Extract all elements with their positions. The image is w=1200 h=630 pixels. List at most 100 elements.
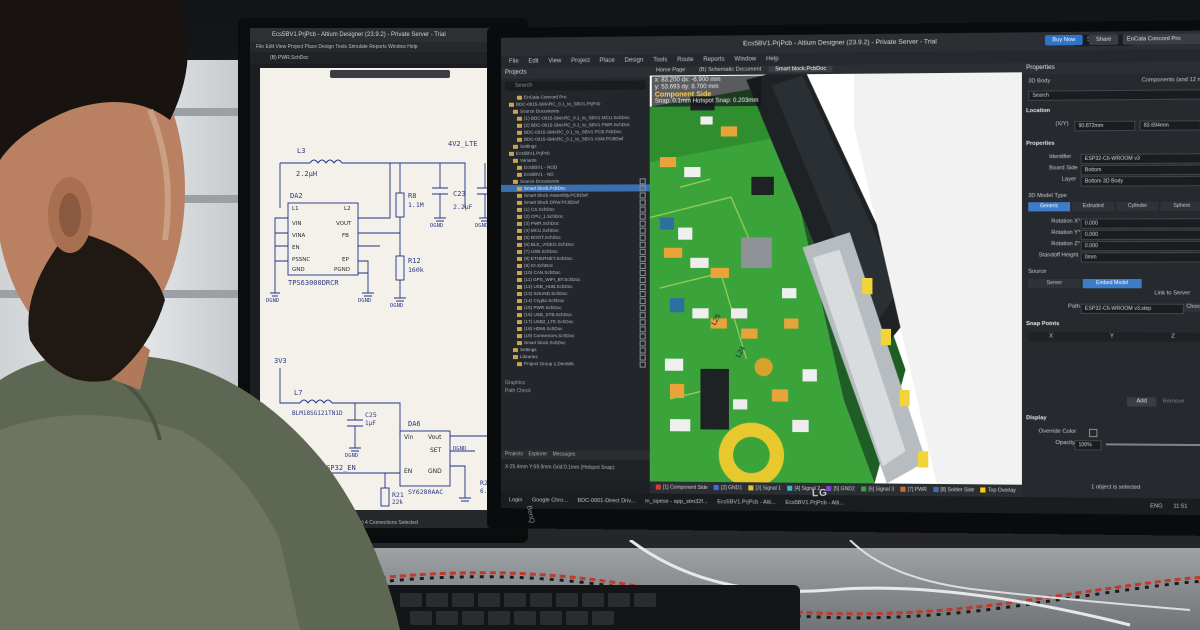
layer-tab[interactable]: [5] GND2 (826, 486, 855, 492)
label-r8-value: 1.1M (408, 202, 424, 209)
tab-projects[interactable]: Projects (505, 451, 523, 457)
project-tree-label: (2) CPU_1.SchDoc (524, 214, 563, 219)
layer-tab[interactable]: Top Overlay (981, 487, 1016, 493)
y-field[interactable]: 83.694mm (1140, 120, 1200, 131)
rotation-x-field[interactable]: 0.000 (1081, 218, 1200, 229)
projects-panel-header: Projects (501, 67, 650, 79)
menu-tools[interactable]: Tools (653, 57, 667, 63)
document-icon (517, 236, 522, 240)
document-icon (517, 334, 522, 338)
standoff-field[interactable]: 0mm (1081, 252, 1200, 262)
account-menu[interactable]: EnCata Concord Pro (1123, 34, 1200, 45)
project-tree-label: (16) USB_STB.SchDoc (524, 312, 572, 317)
tab-extruded[interactable]: Extruded (1072, 202, 1114, 211)
remove-snap-point-button[interactable]: Remove (1163, 397, 1185, 406)
document-status-checkbox[interactable] (640, 362, 646, 368)
board-side-select[interactable]: Bottom (1081, 165, 1200, 176)
opacity-field[interactable]: 100% (1074, 440, 1101, 450)
layer-select[interactable]: Bottom 3D Body (1081, 176, 1200, 187)
layer-tab[interactable]: [6] Signal 3 (861, 486, 894, 492)
heads-up-display: x: 83.200 dx: -6.900 mm y: 53.693 dy: 8.… (652, 76, 762, 107)
pcb-3d-view[interactable]: Home Page (B) Schematic Document Smart b… (650, 63, 1022, 485)
layer-tab[interactable]: [7] PWR (900, 487, 927, 493)
object-filter[interactable]: Components (and 12 more) (1142, 76, 1200, 86)
menu-edit[interactable]: Edit (528, 59, 538, 65)
clock[interactable]: 11:51 (1173, 498, 1187, 515)
override-color-checkbox[interactable] (1089, 429, 1097, 437)
taskbar-item[interactable]: BDC-0001-Direct Driv... (577, 498, 635, 505)
tab-schematic-document[interactable]: (B) Schematic Document (693, 66, 768, 73)
menu-reports[interactable]: Reports (703, 57, 724, 63)
document-icon (517, 278, 522, 282)
taskbar-item[interactable]: Ecs5BV1.PrjPcb - Alti... (785, 500, 844, 507)
taskbar-item[interactable]: m_sipese - app_stm32f... (645, 499, 708, 506)
taskbar-item[interactable]: Google Chro... (532, 497, 568, 503)
layer-tab-label: [8] Solder Side (940, 487, 974, 493)
snap-points-section[interactable]: Snap Points (1026, 321, 1059, 327)
display-section[interactable]: Display (1026, 415, 1046, 421)
layer-tab[interactable]: [1] Component Side (656, 485, 708, 492)
tab-home-page[interactable]: Home Page (650, 67, 692, 73)
xy-label: (X/Y) (1055, 120, 1068, 129)
label-da6: DA6 (408, 421, 421, 428)
menu-view[interactable]: View (548, 58, 561, 64)
project-tree-item[interactable]: (12) USB_HUB.SchDoc (501, 283, 650, 290)
menu-project[interactable]: Project (571, 58, 590, 64)
document-icon (517, 306, 522, 310)
link-to-server[interactable]: Link to Server (1154, 289, 1190, 298)
document-icon (517, 299, 522, 303)
menu-design[interactable]: Design (624, 58, 643, 64)
language-indicator[interactable]: ENG (1150, 498, 1163, 515)
project-tree-label: Smart block.SchDoc (524, 340, 566, 345)
project-tree-label: Source Documents (520, 108, 559, 113)
document-icon (517, 285, 522, 289)
rotation-y-field[interactable]: 0.000 (1081, 230, 1200, 241)
taskbar-item[interactable]: Login (509, 497, 522, 503)
cursor-coordinates: X:25.4mm Y:69.9mm Grid:0.1mm (Hotspot Sn… (505, 464, 615, 471)
menu-window[interactable]: Window (734, 56, 756, 62)
properties-section[interactable]: Properties (1026, 141, 1054, 147)
keyboard[interactable] (380, 585, 800, 630)
choose-button[interactable]: Choose (1184, 303, 1200, 312)
tab-sphere[interactable]: Sphere (1161, 202, 1200, 211)
location-section[interactable]: Location (1026, 108, 1050, 114)
document-icon (517, 96, 522, 100)
project-tree-label: Ecs5BV1 - NOD (524, 165, 557, 170)
menu-file[interactable]: File (509, 59, 519, 65)
pin-set: SET (430, 448, 441, 454)
x-field[interactable]: 90.872mm (1074, 121, 1135, 132)
layer-tab[interactable]: [2] GND1 (714, 485, 742, 491)
project-tree-label: Ecs5BV1.PrjPcb (516, 151, 550, 156)
layer-color-swatch (656, 485, 661, 490)
project-tree-label: Source Documents (520, 179, 559, 184)
tab-server[interactable]: Server (1028, 279, 1080, 288)
project-tree-item[interactable]: (9) IO.SchDoc (501, 262, 650, 269)
graphics-section[interactable]: Graphics (505, 380, 525, 386)
properties-search-input[interactable]: Search (1028, 89, 1200, 101)
menu-help[interactable]: Help (766, 56, 779, 62)
project-tree-item[interactable]: (11) GPS_WIFI_BT.SchDoc (501, 276, 650, 283)
taskbar-item[interactable]: Ecs5BV1.PrjPcb - Alti... (717, 499, 775, 506)
path-check-section[interactable]: Path Check (505, 388, 531, 394)
layer-tab[interactable]: [8] Solder Side (933, 487, 974, 493)
rotation-z-field[interactable]: 0.000 (1081, 241, 1200, 251)
project-tree-item[interactable]: Project Group 1.DsnWrk (501, 360, 650, 368)
right-monitor: Ecs5BV1.PrjPcb - Altium Designer (23.9.2… (487, 20, 1200, 536)
menu-route[interactable]: Route (677, 57, 693, 63)
path-field[interactable]: ESP32-C6-WROOM v3.step (1081, 304, 1184, 314)
layer-tab[interactable]: [3] Signal 1 (748, 485, 781, 491)
tab-smart-block-pcb[interactable]: Smart block.PcbDoc (769, 66, 832, 73)
tab-explorer[interactable]: Explorer (528, 451, 547, 457)
lg-logo: LG (812, 488, 828, 500)
projects-search-input[interactable]: Search (505, 81, 646, 91)
buy-now-button[interactable]: Buy Now (1045, 35, 1083, 46)
tab-cylinder[interactable]: Cylinder (1116, 202, 1158, 211)
tab-generic[interactable]: Generic (1028, 202, 1070, 211)
layer-label: Layer (1062, 175, 1076, 184)
share-button[interactable]: Share (1089, 34, 1118, 45)
menu-place[interactable]: Place (600, 58, 615, 64)
project-tree-item[interactable]: (10) CAN.SchDoc (501, 269, 650, 276)
identifier-field[interactable]: ESP32-C6-WROOM v3 (1081, 153, 1200, 164)
tab-embed-model[interactable]: Embed Model (1083, 279, 1142, 288)
tab-messages[interactable]: Messages (552, 451, 575, 457)
